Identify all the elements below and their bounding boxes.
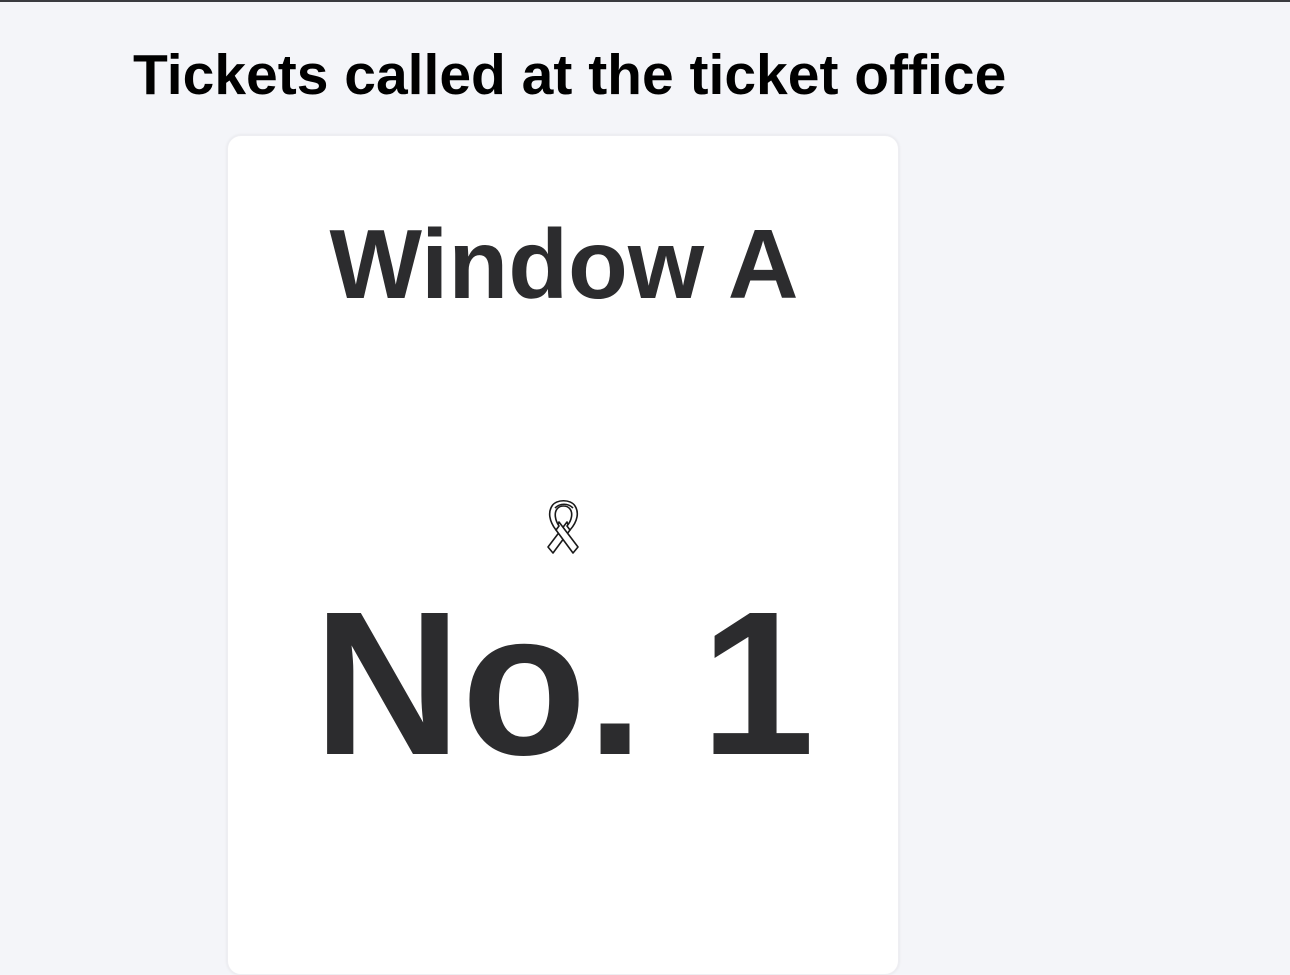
window-label: Window A <box>329 209 799 319</box>
top-border <box>0 0 1290 2</box>
ticket-card: Window A No. 1 <box>227 135 899 975</box>
ribbon-icon <box>544 496 584 556</box>
ticket-number: No. 1 <box>313 569 815 798</box>
page-title: Tickets called at the ticket office <box>133 43 1007 107</box>
